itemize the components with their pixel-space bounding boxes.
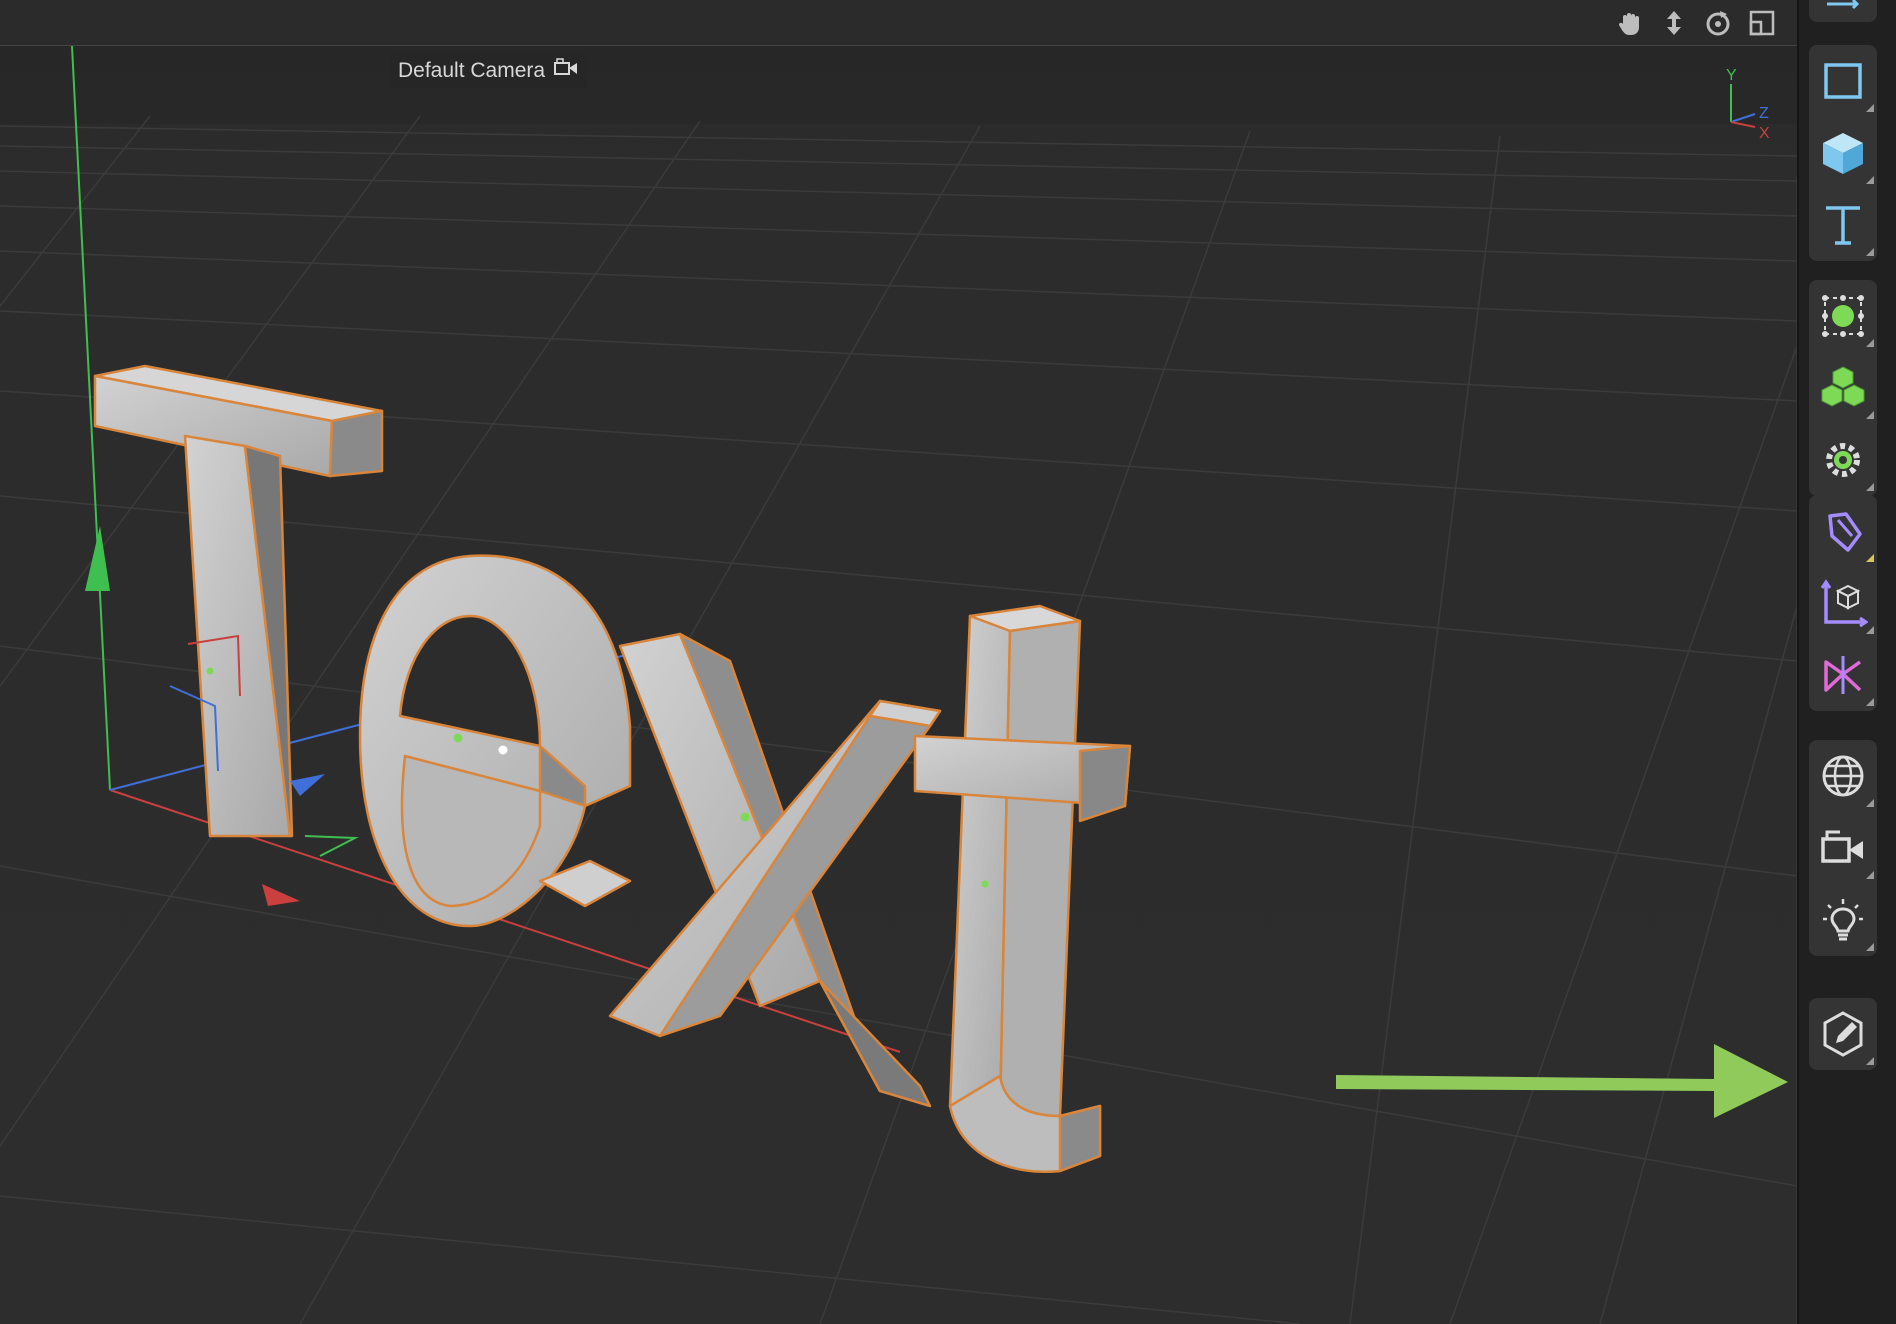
pivot-point xyxy=(453,733,463,743)
camera-label: Default Camera xyxy=(398,59,546,82)
cloner-button[interactable] xyxy=(1809,352,1877,424)
edit-group xyxy=(1809,998,1877,1070)
scene-group xyxy=(1809,740,1877,956)
spline-pen-button[interactable] xyxy=(1809,495,1877,567)
environment-button[interactable] xyxy=(1809,740,1877,812)
submenu-indicator xyxy=(1866,799,1874,807)
axis-y-label: Y xyxy=(1726,67,1737,84)
symmetry-icon xyxy=(1824,656,1862,694)
viewport-header-band xyxy=(0,46,1797,124)
submenu-indicator xyxy=(1866,698,1874,706)
symmetry-button[interactable] xyxy=(1809,639,1877,711)
submenu-indicator xyxy=(1866,554,1874,562)
submenu-indicator xyxy=(1866,943,1874,951)
submenu-indicator xyxy=(1866,339,1874,347)
axis-orientation-gizmo: Y Z X xyxy=(1726,67,1770,142)
submenu-indicator xyxy=(1866,871,1874,879)
toolbar-top-fragment xyxy=(1809,0,1877,22)
edit-tool-button[interactable] xyxy=(1809,998,1877,1070)
edit-pencil-icon xyxy=(1823,1011,1863,1057)
submenu-indicator xyxy=(1866,626,1874,634)
globe-icon xyxy=(1822,755,1864,797)
object-toolbar xyxy=(1797,0,1896,1324)
coordinate-button[interactable] xyxy=(1809,567,1877,639)
cube-button[interactable] xyxy=(1809,117,1877,189)
submenu-indicator xyxy=(1866,248,1874,256)
hand-pan-icon[interactable] xyxy=(1615,8,1645,43)
coordinate-icon xyxy=(1820,579,1868,628)
app-window: Default Camera Y Z X xyxy=(0,0,1896,1324)
camera-icon xyxy=(1821,830,1863,863)
submenu-indicator xyxy=(1866,176,1874,184)
submenu-indicator xyxy=(1866,1057,1874,1065)
submenu-indicator xyxy=(1866,483,1874,491)
submenu-indicator xyxy=(1866,104,1874,112)
spline-pen-icon xyxy=(1828,512,1862,552)
camera-selector[interactable]: Default Camera xyxy=(390,54,588,88)
light-button[interactable] xyxy=(1809,884,1877,956)
generators-group xyxy=(1809,280,1877,496)
axis-x-label: X xyxy=(1759,125,1770,142)
generator-icon xyxy=(1822,295,1864,337)
axis-z-label: Z xyxy=(1759,105,1769,122)
submenu-indicator xyxy=(1866,411,1874,419)
pivot-point xyxy=(740,812,750,822)
orbit-icon[interactable] xyxy=(1703,8,1733,43)
text-tool-button[interactable] xyxy=(1809,189,1877,261)
maximize-view-icon[interactable] xyxy=(1747,8,1777,43)
cloner-icon xyxy=(1821,366,1865,407)
pivot-point xyxy=(206,667,214,675)
deformer-gear-icon xyxy=(1826,443,1860,477)
pivot-point xyxy=(498,745,508,755)
generator-button[interactable] xyxy=(1809,280,1877,352)
move-updown-icon[interactable] xyxy=(1659,8,1689,43)
camera-button[interactable] xyxy=(1809,812,1877,884)
text-icon xyxy=(1826,206,1860,245)
splines-group xyxy=(1809,495,1877,711)
light-bulb-icon xyxy=(1823,899,1863,941)
cube-icon xyxy=(1823,133,1863,174)
primitives-group xyxy=(1809,45,1877,261)
3d-viewport[interactable]: Default Camera Y Z X xyxy=(0,46,1797,1324)
viewport-header xyxy=(0,0,1797,46)
rectangle-button[interactable] xyxy=(1809,45,1877,117)
camera-icon xyxy=(553,58,579,84)
pivot-point xyxy=(981,880,989,888)
annotation-arrow xyxy=(1336,1044,1788,1118)
rectangle-icon xyxy=(1824,63,1862,99)
effector-button[interactable] xyxy=(1809,424,1877,496)
